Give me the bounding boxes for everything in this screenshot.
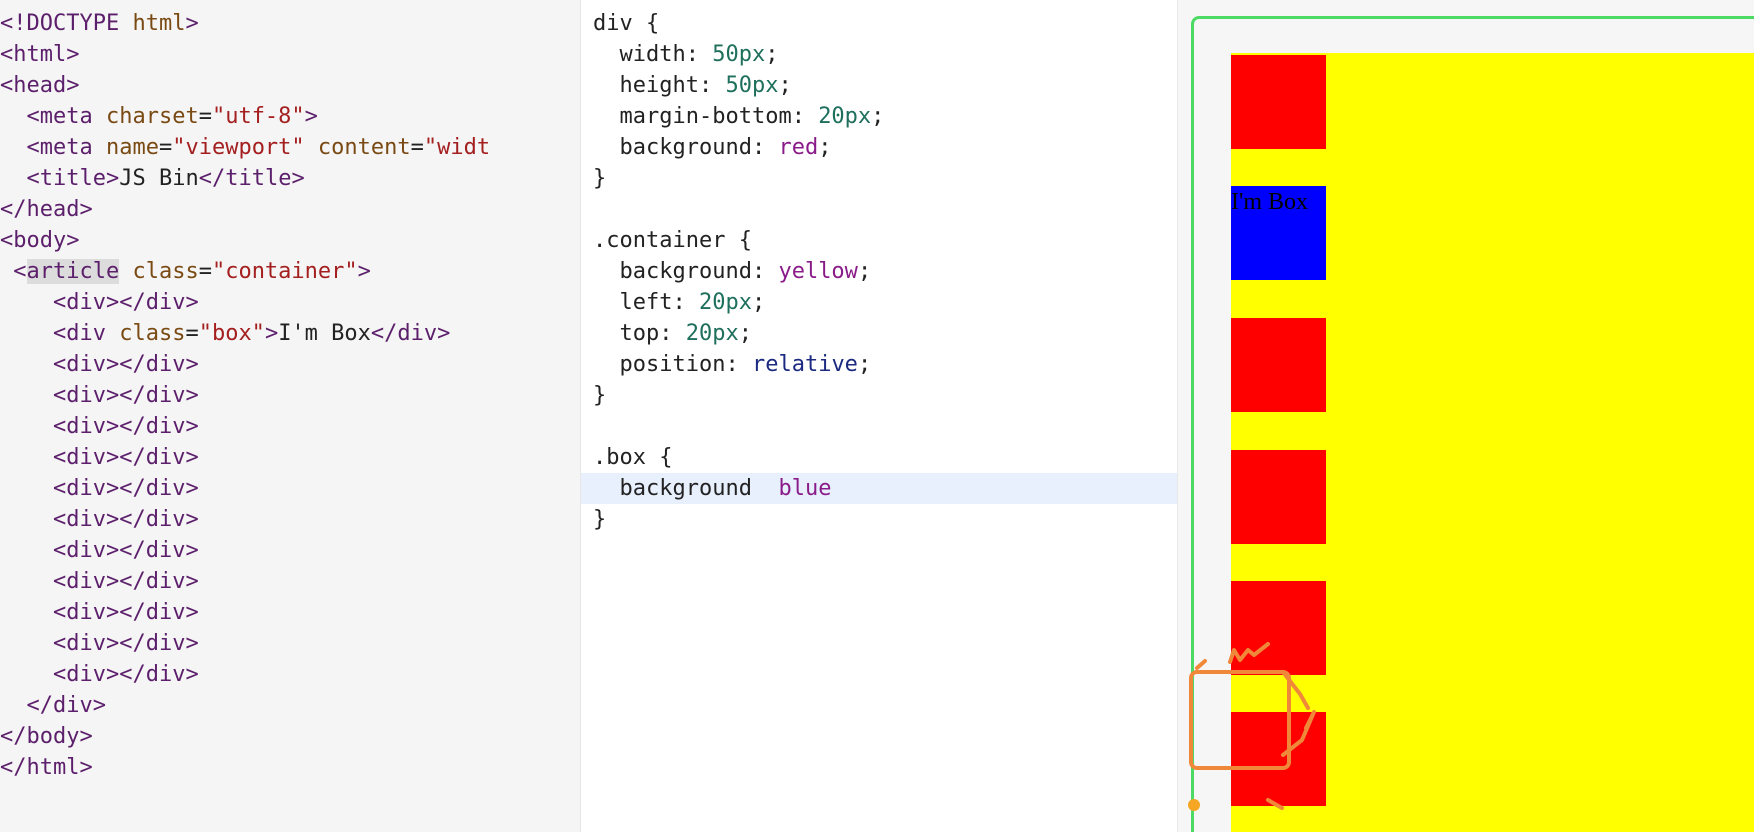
html-code-line[interactable]: <div></div> <box>0 473 490 504</box>
css-code-line[interactable]: width: 50px; <box>593 39 1177 70</box>
html-code-line[interactable]: <div></div> <box>0 628 490 659</box>
css-editor-panel[interactable]: div { width: 50px; height: 50px; margin-… <box>581 0 1177 832</box>
html-code-line[interactable]: <div></div> <box>0 349 490 380</box>
html-code-line[interactable]: <div></div> <box>0 597 490 628</box>
css-code-line[interactable]: background: red; <box>593 132 1177 163</box>
html-code-line[interactable]: <!DOCTYPE html> <box>0 8 490 39</box>
html-code-line[interactable]: </html> <box>0 752 490 783</box>
css-code-line[interactable]: position: relative; <box>593 349 1177 380</box>
html-code-line[interactable]: <div></div> <box>0 504 490 535</box>
css-code-line[interactable]: } <box>593 380 1177 411</box>
html-code-line[interactable]: <article class="container"> <box>0 256 490 287</box>
css-code-line[interactable]: left: 20px; <box>593 287 1177 318</box>
html-code-line[interactable]: </body> <box>0 721 490 752</box>
css-code-line[interactable]: .container { <box>593 225 1177 256</box>
html-code-line[interactable]: </div> <box>0 690 490 721</box>
html-code-line[interactable]: <html> <box>0 39 490 70</box>
html-code-line[interactable]: <div></div> <box>0 659 490 690</box>
html-editor-panel[interactable]: <!DOCTYPE html> <html> <head> <meta charse… <box>0 0 581 832</box>
html-code-line[interactable]: <div></div> <box>0 287 490 318</box>
css-code-line[interactable]: } <box>593 504 1177 535</box>
css-code-line[interactable]: div { <box>593 8 1177 39</box>
css-code-line-active[interactable]: background: blue; <box>581 473 1177 504</box>
html-code-line[interactable]: <meta name="viewport" content="widt <box>0 132 491 163</box>
annotation-scribble <box>1188 642 1316 811</box>
output-panel: I'm Box <box>1177 0 1754 832</box>
css-code-line[interactable]: margin-bottom: 20px; <box>593 101 1177 132</box>
html-code-line[interactable]: <head> <box>0 70 490 101</box>
html-code-line[interactable]: <div></div> <box>0 380 490 411</box>
html-code-line[interactable]: <meta charset="utf-8"> <box>0 101 490 132</box>
html-code-line[interactable]: <div></div> <box>0 442 490 473</box>
html-code-line[interactable]: <div></div> <box>0 411 490 442</box>
css-code-line[interactable] <box>593 194 1177 225</box>
css-code-line[interactable]: .box { <box>593 442 1177 473</box>
html-code-line[interactable]: <div class="box">I'm Box</div> <box>0 318 490 349</box>
html-code[interactable]: <!DOCTYPE html> <html> <head> <meta charse… <box>0 8 490 783</box>
css-code-line[interactable]: background: yellow; <box>593 256 1177 287</box>
html-code-line[interactable]: <title>JS Bin</title> <box>0 163 490 194</box>
css-code[interactable]: div { width: 50px; height: 50px; margin-… <box>581 8 1177 535</box>
html-code-line[interactable]: <div></div> <box>0 566 490 597</box>
css-code-line[interactable] <box>593 411 1177 442</box>
html-code-line[interactable]: <body> <box>0 225 490 256</box>
css-code-line[interactable]: height: 50px; <box>593 70 1177 101</box>
css-code-line[interactable]: top: 20px; <box>593 318 1177 349</box>
css-code-line[interactable]: } <box>593 163 1177 194</box>
html-code-line[interactable]: <div></div> <box>0 535 490 566</box>
html-code-line[interactable]: </head> <box>0 194 490 225</box>
